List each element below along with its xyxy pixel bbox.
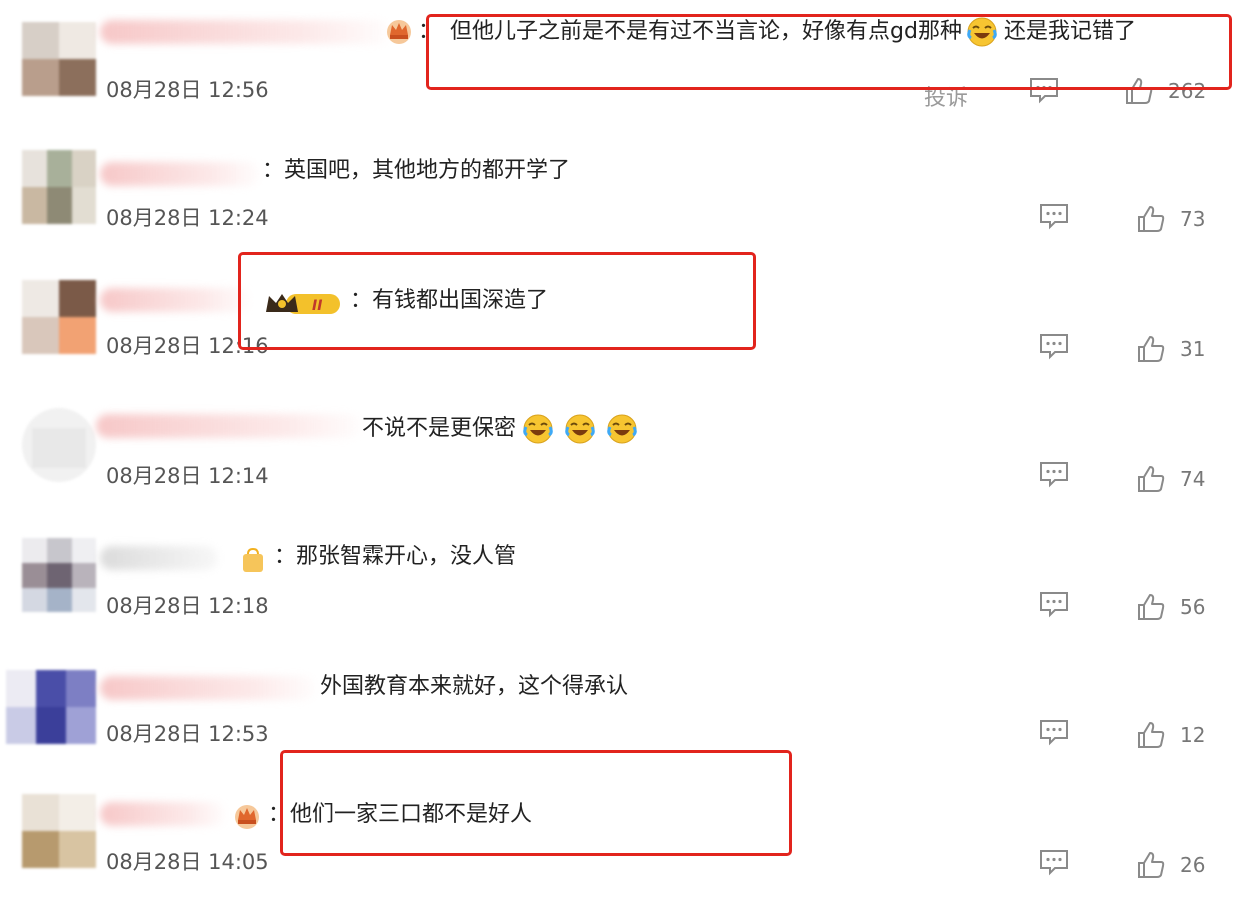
- comment-bubble-icon: [1040, 720, 1068, 746]
- like-button[interactable]: 12: [1136, 720, 1205, 750]
- username-blurred[interactable]: [100, 546, 218, 570]
- like-count: 262: [1168, 79, 1207, 103]
- username-blurred[interactable]: [96, 414, 362, 438]
- comment-item: ：英国吧，其他地方的都开学了 08月28日 12:24 73: [0, 128, 1238, 256]
- thumbs-up-icon: [1138, 852, 1165, 878]
- avatar[interactable]: [22, 22, 96, 96]
- svg-text:II: II: [312, 298, 322, 314]
- vip-badge: [232, 802, 262, 830]
- comment-time: 08月28日 12:16: [106, 334, 269, 358]
- comment-text: 外国教育本来就好，这个得承认: [320, 674, 629, 699]
- comment-text: ：那张智霖开心，没人管: [274, 544, 517, 569]
- crown-badge-icon: II: [266, 294, 340, 314]
- reply-button[interactable]: [1038, 590, 1070, 618]
- comment-time: 08月28日 12:56: [106, 78, 269, 102]
- avatar[interactable]: [22, 280, 96, 354]
- like-count: 56: [1180, 595, 1206, 619]
- like-count: 74: [1180, 467, 1206, 491]
- comment-item: ：他们一家三口都不是好人 08月28日 14:05 26: [0, 772, 1238, 900]
- laugh-cry-emoji: [523, 414, 553, 444]
- laugh-cry-emoji: [565, 414, 595, 444]
- username-blurred[interactable]: [100, 20, 390, 44]
- thumbs-up-icon: [1126, 78, 1153, 104]
- username-blurred[interactable]: [100, 288, 250, 312]
- like-count: 73: [1180, 207, 1206, 231]
- like-count: 26: [1180, 853, 1206, 877]
- laugh-cry-emoji: [607, 414, 637, 444]
- comment-item: II ：有钱都出国深造了 08月28日 12:16 31: [0, 258, 1238, 386]
- vip-badge: [384, 17, 414, 45]
- avatar[interactable]: [22, 794, 96, 868]
- reply-button[interactable]: [1028, 76, 1060, 104]
- report-link[interactable]: 投诉: [924, 80, 968, 112]
- comment-bubble-icon: [1040, 462, 1068, 488]
- like-count: 31: [1180, 337, 1206, 361]
- crown-badge-icon: [235, 805, 259, 829]
- like-button[interactable]: 74: [1136, 464, 1205, 494]
- comment-text: ：英国吧，其他地方的都开学了: [262, 158, 571, 183]
- comment-item: 外国教育本来就好，这个得承认 08月28日 12:53 12: [0, 644, 1238, 772]
- bag-badge-icon: [243, 547, 263, 572]
- comment-time: 08月28日 12:18: [106, 594, 269, 618]
- avatar[interactable]: [6, 670, 96, 744]
- like-button[interactable]: 31: [1136, 334, 1205, 364]
- like-button[interactable]: 26: [1136, 850, 1205, 880]
- like-button[interactable]: 73: [1136, 204, 1205, 234]
- comment-text: ： 但他儿子之前是不是有过不当言论，好像有点gd那种 还是我记错了: [418, 15, 1136, 49]
- like-button[interactable]: 262: [1124, 76, 1206, 106]
- username-blurred[interactable]: [100, 676, 316, 700]
- comment-time: 08月28日 12:14: [106, 464, 269, 488]
- comment-text: ：有钱都出国深造了: [350, 288, 549, 313]
- like-count: 12: [1180, 723, 1206, 747]
- crown-badge-icon: [387, 20, 411, 44]
- comment-item: 不说不是更保密 08月28日 12:14 74: [0, 386, 1238, 514]
- laugh-cry-emoji: [967, 17, 997, 47]
- thumbs-up-icon: [1138, 722, 1165, 748]
- reply-button[interactable]: [1038, 332, 1070, 360]
- vip-badge: [240, 546, 266, 574]
- avatar[interactable]: [22, 150, 96, 224]
- thumbs-up-icon: [1138, 206, 1165, 232]
- comment-bubble-icon: [1040, 850, 1068, 876]
- comment-time: 08月28日 14:05: [106, 850, 269, 874]
- comment-bubble-icon: [1030, 78, 1058, 104]
- comment-item: ：那张智霖开心，没人管 08月28日 12:18 56: [0, 516, 1238, 644]
- comment-bubble-icon: [1040, 204, 1068, 230]
- comment-bubble-icon: [1040, 334, 1068, 360]
- comment-time: 08月28日 12:53: [106, 722, 269, 746]
- thumbs-up-icon: [1138, 466, 1165, 492]
- username-blurred[interactable]: [100, 802, 226, 826]
- thumbs-up-icon: [1138, 594, 1165, 620]
- reply-button[interactable]: [1038, 202, 1070, 230]
- comment-text: 不说不是更保密: [362, 412, 638, 446]
- like-button[interactable]: 56: [1136, 592, 1205, 622]
- avatar[interactable]: [22, 408, 96, 482]
- comment-item: ： 但他儿子之前是不是有过不当言论，好像有点gd那种 还是我记错了 08月28日…: [0, 0, 1238, 128]
- reply-button[interactable]: [1038, 718, 1070, 746]
- thumbs-up-icon: [1138, 336, 1165, 362]
- reply-button[interactable]: [1038, 460, 1070, 488]
- comment-text: ：他们一家三口都不是好人: [268, 802, 533, 827]
- username-blurred[interactable]: [100, 162, 260, 186]
- comment-time: 08月28日 12:24: [106, 206, 269, 230]
- vip-badge: II: [264, 290, 344, 318]
- comment-bubble-icon: [1040, 592, 1068, 618]
- reply-button[interactable]: [1038, 848, 1070, 876]
- avatar[interactable]: [22, 538, 96, 612]
